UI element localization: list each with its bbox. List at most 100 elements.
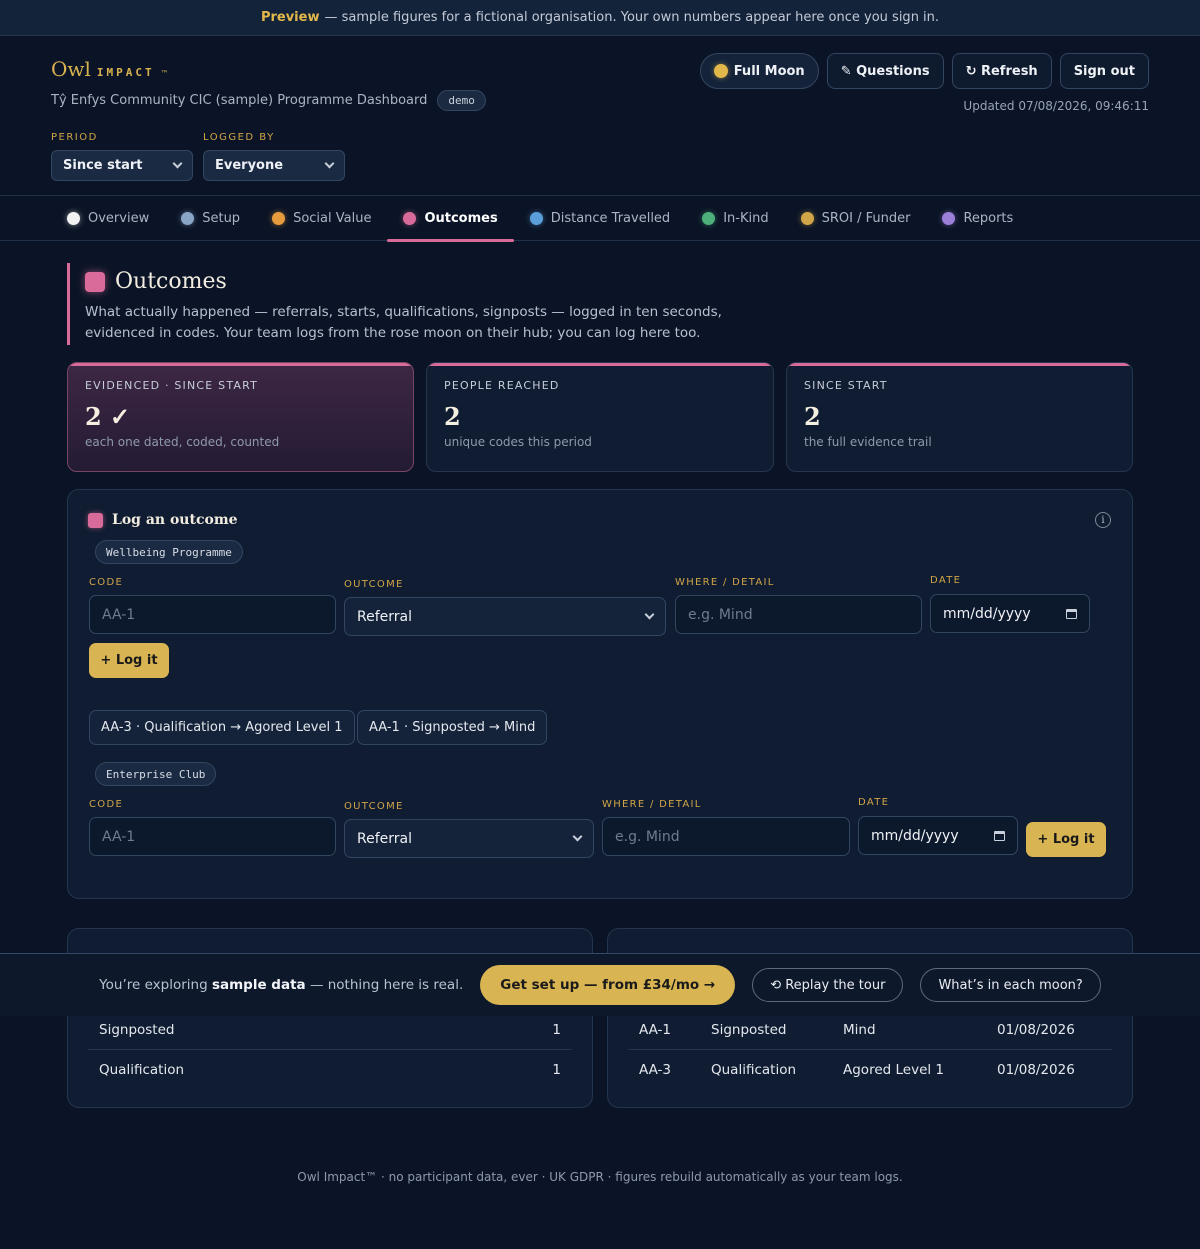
tab-reports[interactable]: Reports bbox=[926, 196, 1029, 241]
code-input[interactable]: AA-1 bbox=[89, 817, 336, 856]
code-input[interactable]: AA-1 bbox=[89, 595, 336, 634]
demo-badge: demo bbox=[437, 90, 486, 111]
where-input[interactable]: e.g. Mind bbox=[602, 817, 850, 856]
stat-card-since-start: SINCE START 2 the full evidence trail bbox=[786, 362, 1133, 472]
moons-info-button[interactable]: What’s in each moon? bbox=[920, 968, 1101, 1002]
sign-out-button[interactable]: Sign out bbox=[1059, 53, 1149, 89]
outcome-select[interactable]: Referral bbox=[344, 819, 594, 858]
stat-sub: unique codes this period bbox=[444, 435, 592, 449]
chevron-down-icon bbox=[324, 158, 335, 169]
brand-suffix: IMPACT bbox=[96, 66, 155, 79]
brand-logo[interactable]: Owl IMPACT ™ bbox=[51, 57, 169, 81]
tab-distance-travelled[interactable]: Distance Travelled bbox=[514, 196, 686, 241]
outcome-label: OUTCOME bbox=[344, 801, 404, 812]
row-detail: Mind bbox=[843, 1021, 876, 1038]
questions-button[interactable]: ✎ Questions bbox=[826, 53, 944, 89]
updated-timestamp: Updated 07/08/2026, 09:46:11 bbox=[963, 99, 1149, 113]
log-it-button[interactable]: + Log it bbox=[1026, 822, 1106, 857]
tab-label: Social Value bbox=[293, 211, 372, 226]
org-title: Tŷ Enfys Community CIC (sample) Programm… bbox=[51, 93, 428, 108]
description-line-1: What actually happened — referrals, star… bbox=[85, 304, 722, 320]
period-value: Since start bbox=[63, 158, 143, 173]
panel-title-text: Log an outcome bbox=[112, 512, 238, 528]
info-icon[interactable]: i bbox=[1095, 512, 1111, 528]
preview-text: — sample figures for a fictional organis… bbox=[324, 10, 940, 25]
moon-dot-icon bbox=[702, 212, 716, 225]
sample-text-pre: You’re exploring bbox=[99, 977, 208, 993]
full-moon-button[interactable]: Full Moon bbox=[699, 53, 819, 89]
row-detail: Agored Level 1 bbox=[843, 1062, 944, 1078]
table-row: Qualification 1 bbox=[88, 1049, 572, 1090]
preview-banner: Preview — sample figures for a fictional… bbox=[0, 0, 1200, 36]
sample-text-strong: sample data bbox=[211, 977, 306, 993]
stat-label: EVIDENCED · SINCE START bbox=[85, 379, 259, 392]
row-outcome: Signposted bbox=[711, 1021, 787, 1038]
where-label: WHERE / DETAIL bbox=[602, 799, 702, 810]
programme-pill: Enterprise Club bbox=[95, 762, 217, 786]
tab-outcomes[interactable]: Outcomes bbox=[387, 196, 514, 242]
logged-by-label: LOGGED BY bbox=[203, 132, 275, 143]
date-value: mm/dd/yyyy bbox=[943, 605, 1031, 622]
sample-text-post: — nothing here is real. bbox=[309, 977, 464, 993]
logged-outcome-chip[interactable]: AA-1 · Signposted → Mind bbox=[357, 710, 548, 745]
log-outcome-panel: Log an outcome i Wellbeing Programme COD… bbox=[67, 489, 1133, 899]
page-title: Outcomes bbox=[115, 269, 227, 294]
refresh-button[interactable]: ↻ Refresh bbox=[951, 53, 1052, 89]
panel-title: Log an outcome bbox=[88, 512, 238, 528]
row-date: 01/08/2026 bbox=[997, 1021, 1075, 1038]
outcome-select[interactable]: Referral bbox=[344, 597, 666, 636]
tab-social-value[interactable]: Social Value bbox=[256, 196, 387, 241]
sample-data-text: You’re exploring sample data — nothing h… bbox=[99, 977, 463, 993]
stat-card-people-reached: PEOPLE REACHED 2 unique codes this perio… bbox=[426, 362, 774, 472]
date-input[interactable]: mm/dd/yyyy bbox=[858, 816, 1018, 855]
tab-in-kind[interactable]: In-Kind bbox=[686, 196, 784, 241]
org-subtitle: Tŷ Enfys Community CIC (sample) Programm… bbox=[51, 90, 486, 111]
logged-outcome-chip[interactable]: AA-3 · Qualification → Agored Level 1 bbox=[89, 710, 355, 745]
tab-label: Reports bbox=[963, 211, 1014, 226]
where-input[interactable]: e.g. Mind bbox=[675, 595, 922, 634]
moon-icon bbox=[713, 64, 728, 78]
get-set-up-button[interactable]: Get set up — from £34/mo → bbox=[480, 965, 736, 1005]
date-input[interactable]: mm/dd/yyyy bbox=[930, 594, 1090, 633]
moon-dot-icon bbox=[942, 212, 956, 225]
tab-bar: Overview Setup Social Value Outcomes Dis… bbox=[0, 195, 1200, 242]
full-moon-label: Full Moon bbox=[733, 63, 805, 79]
tab-label: Outcomes bbox=[424, 211, 498, 226]
moon-dot-icon bbox=[67, 212, 80, 225]
calendar-icon bbox=[994, 830, 1005, 841]
period-select[interactable]: Since start bbox=[51, 150, 193, 181]
chevron-down-icon bbox=[572, 831, 583, 842]
tab-overview[interactable]: Overview bbox=[51, 196, 165, 241]
row-code: AA-1 bbox=[639, 1021, 672, 1038]
stat-value: 2 bbox=[804, 402, 821, 431]
logged-by-select[interactable]: Everyone bbox=[203, 150, 345, 181]
outcomes-header: Outcomes What actually happened — referr… bbox=[67, 263, 767, 345]
code-label: CODE bbox=[89, 799, 124, 810]
moon-dot-icon bbox=[181, 212, 195, 225]
chevron-down-icon bbox=[172, 158, 183, 169]
footer-text: Owl Impact™ · no participant data, ever … bbox=[297, 1170, 903, 1184]
row-code: AA-3 bbox=[639, 1062, 672, 1078]
outcome-type: Signposted bbox=[99, 1021, 175, 1038]
rose-moon-icon bbox=[88, 512, 103, 528]
programme-pill: Wellbeing Programme bbox=[95, 540, 243, 564]
period-label: PERIOD bbox=[51, 132, 98, 143]
tab-sroi-funder[interactable]: SROI / Funder bbox=[785, 196, 927, 241]
tab-label: In-Kind bbox=[723, 211, 769, 226]
row-date: 01/08/2026 bbox=[997, 1062, 1075, 1078]
tab-label: Overview bbox=[88, 211, 150, 226]
stat-sub: the full evidence trail bbox=[804, 435, 932, 449]
stat-card-evidenced: EVIDENCED · SINCE START 2 ✓ each one dat… bbox=[67, 362, 414, 472]
log-it-button[interactable]: + Log it bbox=[89, 643, 169, 678]
brand-name: Owl bbox=[51, 57, 91, 81]
outcome-value: Referral bbox=[357, 608, 412, 625]
calendar-icon bbox=[1066, 608, 1077, 619]
moon-dot-icon bbox=[800, 212, 814, 225]
stat-value: 2 bbox=[444, 402, 461, 431]
where-label: WHERE / DETAIL bbox=[675, 577, 775, 588]
replay-tour-button[interactable]: ⟲ Replay the tour bbox=[752, 968, 904, 1002]
chevron-down-icon bbox=[644, 609, 655, 620]
outcome-type: Qualification bbox=[99, 1062, 185, 1078]
tab-setup[interactable]: Setup bbox=[165, 196, 256, 241]
tab-label: Distance Travelled bbox=[550, 211, 671, 226]
